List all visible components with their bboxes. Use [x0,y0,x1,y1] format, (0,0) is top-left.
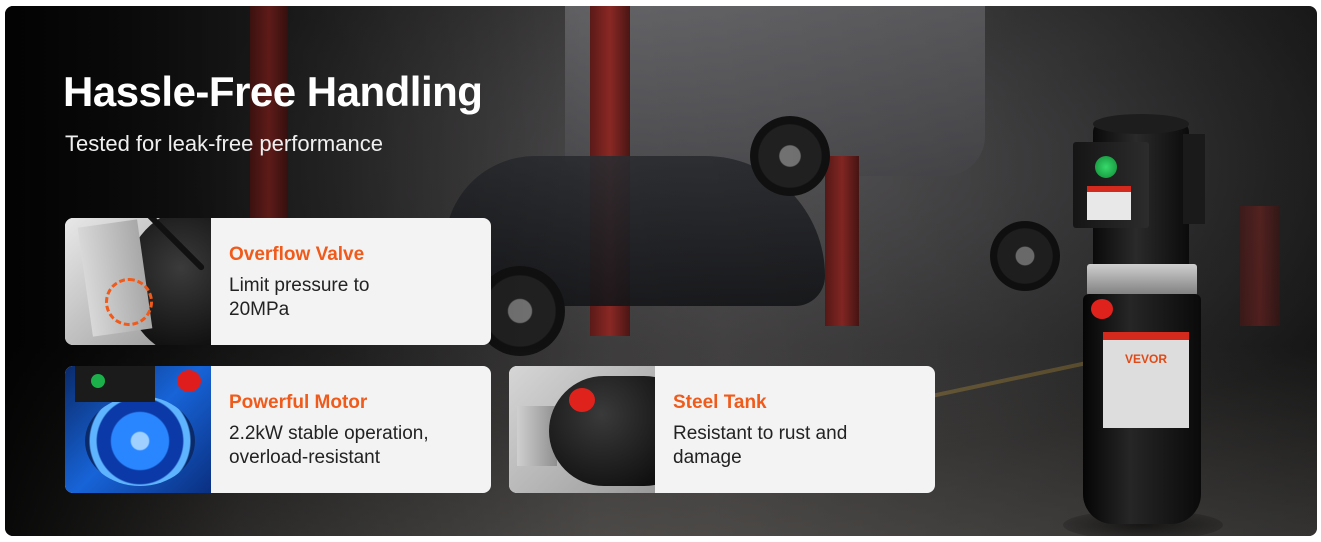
valve-block [1087,264,1197,296]
motor-photo-icon [65,366,211,493]
feature-heading: Powerful Motor [229,392,368,413]
feature-heading: Steel Tank [673,392,767,413]
control-box [1073,142,1149,228]
hydraulic-pump-product: VEVOR [1063,114,1223,536]
overflow-valve-photo-icon [65,218,211,345]
feature-card-steel-tank: Steel Tank Resistant to rust and damage [509,366,935,493]
feature-description-line: Limit pressure to [229,275,370,296]
red-cap-icon [1091,299,1113,319]
feature-description-line: Resistant to rust and [673,423,848,444]
hero-banner: VEVOR Hassle-Free Handling Tested for le… [5,6,1317,536]
pump-motor-top [1093,114,1189,134]
page-subtitle: Tested for leak-free performance [65,131,383,156]
warning-label [1087,186,1131,220]
tank-label [1103,332,1189,428]
page-title: Hassle-Free Handling [63,68,483,115]
feature-description-line: 20MPa [229,299,290,320]
feature-description-line: 2.2kW stable operation, [229,423,429,444]
mount-bracket [1183,134,1205,224]
steel-tank-photo-icon [509,366,655,493]
feature-card-powerful-motor: Powerful Motor 2.2kW stable operation, o… [65,366,491,493]
feature-description-line: overload-resistant [229,447,381,468]
feature-description-line: damage [673,447,742,468]
green-button-icon [1095,156,1117,178]
brand-label: VEVOR [1124,352,1167,366]
feature-card-overflow-valve: Overflow Valve Limit pressure to 20MPa [65,218,491,345]
feature-heading: Overflow Valve [229,244,365,265]
